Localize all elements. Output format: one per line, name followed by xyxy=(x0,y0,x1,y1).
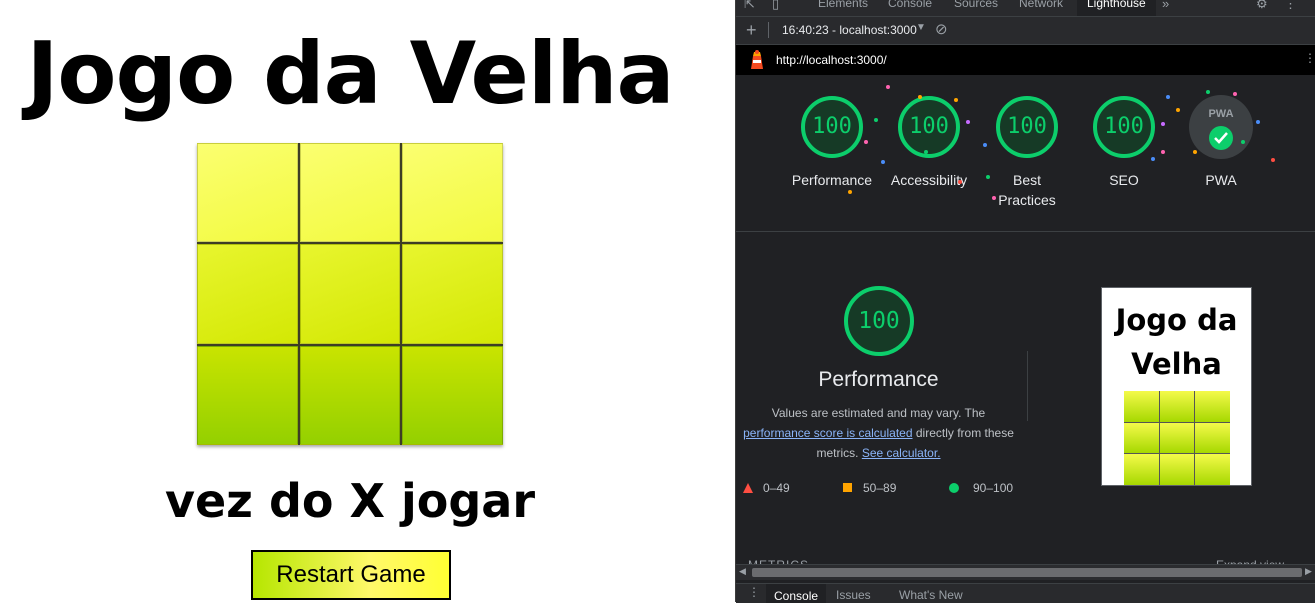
average-square-icon xyxy=(843,483,852,492)
thumbnail-title: Jogo da Velha xyxy=(1115,303,1238,381)
board-cell[interactable] xyxy=(402,143,503,243)
lighthouse-logo-icon xyxy=(751,50,763,69)
more-options-icon[interactable]: ⋮ xyxy=(1284,0,1297,12)
scroll-right-icon[interactable]: ▶ xyxy=(1305,566,1312,577)
horizontal-scrollbar[interactable]: ◀ ▶ xyxy=(736,564,1315,580)
board-cell[interactable] xyxy=(197,244,298,344)
pwa-badge-icon: PWA xyxy=(1189,95,1253,159)
gauge-label-performance: Performance xyxy=(791,172,873,188)
toolbar-separator xyxy=(768,22,769,38)
drawer-tab-console[interactable]: Console xyxy=(766,584,827,603)
drawer-tab-whats-new[interactable]: What's New xyxy=(899,588,963,602)
drawer-menu-icon[interactable]: ⋮ xyxy=(748,585,760,599)
legend-range: 90–100 xyxy=(973,481,1014,495)
restart-button[interactable]: Restart Game xyxy=(251,550,451,600)
tab-sources[interactable]: Sources xyxy=(954,0,998,10)
performance-description: Values are estimated and may vary. The p… xyxy=(736,403,1021,463)
lighthouse-toolbar: + 16:40:23 - localhost:3000 ▼ ⊘ xyxy=(736,17,1315,45)
performance-title: Performance xyxy=(818,368,939,391)
turn-status: vez do X jogar xyxy=(164,474,536,528)
gauge-label-best-practices: Best Practices xyxy=(998,172,1056,208)
desc-text: Values are estimated and may vary. The xyxy=(771,406,986,420)
drawer-tab-issues[interactable]: Issues xyxy=(836,588,871,602)
gauge-pwa[interactable]: PWA xyxy=(1189,95,1253,159)
scrollbar-thumb[interactable] xyxy=(752,568,1302,577)
gauge-score: 100 xyxy=(812,114,852,139)
tab-lighthouse[interactable]: Lighthouse xyxy=(1077,0,1156,16)
gauge-score: 100 xyxy=(1007,114,1047,139)
gauge-performance[interactable]: 100 xyxy=(800,95,864,159)
game-page: Jogo da Velha vez do X jogar Restart Gam… xyxy=(0,0,735,602)
gauge-score: 100 xyxy=(858,308,900,334)
fail-triangle-icon xyxy=(743,483,753,493)
gauge-label-seo: SEO xyxy=(1109,172,1139,188)
thumbnail-board xyxy=(1124,391,1230,485)
legend-range: 50–89 xyxy=(863,481,897,495)
board-cell[interactable] xyxy=(197,143,298,243)
board-cell[interactable] xyxy=(299,345,401,445)
devtools-tabbar: ⇱ ▯ Elements Console Sources Network Lig… xyxy=(736,0,1315,17)
scroll-left-icon[interactable]: ◀ xyxy=(739,566,746,577)
gauge-label-accessibility: Accessibility xyxy=(890,172,968,188)
legend-range: 0–49 xyxy=(763,481,790,495)
tic-tac-toe-board xyxy=(197,143,503,445)
board-cell[interactable] xyxy=(299,143,401,243)
device-toolbar-icon[interactable]: ▯ xyxy=(772,0,779,12)
vertical-divider xyxy=(1027,351,1028,421)
drawer-tabbar: ⋮ Console Issues What's New xyxy=(736,583,1315,603)
gauge-accessibility[interactable]: 100 xyxy=(897,95,961,159)
board-cell[interactable] xyxy=(299,244,401,344)
gauge-score: 100 xyxy=(909,114,949,139)
board-cell[interactable] xyxy=(402,345,503,445)
more-tabs-icon[interactable]: » xyxy=(1162,0,1169,11)
report-url[interactable]: http://localhost:3000/ xyxy=(776,53,887,67)
pwa-badge-text: PWA xyxy=(1208,108,1233,120)
tab-console[interactable]: Console xyxy=(888,0,932,10)
legend-average: 50–89 xyxy=(843,481,896,495)
gauge-label-pwa: PWA xyxy=(1205,172,1237,188)
clear-reports-icon[interactable]: ⊘ xyxy=(935,20,948,38)
final-screenshot-thumbnail[interactable]: Jogo da Velha xyxy=(1101,287,1252,486)
performance-gauge-large: 100 xyxy=(843,285,915,357)
inspect-element-icon[interactable]: ⇱ xyxy=(744,0,755,12)
legend-pass: 90–100 xyxy=(949,481,1013,495)
gauge-seo[interactable]: 100 xyxy=(1092,95,1156,159)
legend-fail: 0–49 xyxy=(743,481,790,495)
tab-network[interactable]: Network xyxy=(1019,0,1063,10)
section-divider xyxy=(736,231,1315,232)
tab-elements[interactable]: Elements xyxy=(818,0,868,10)
report-url-bar: http://localhost:3000/ ⋮ xyxy=(736,45,1315,75)
devtools-panel: ⇱ ▯ Elements Console Sources Network Lig… xyxy=(735,0,1315,603)
gauge-score: 100 xyxy=(1104,114,1144,139)
board-cell[interactable] xyxy=(402,244,503,344)
see-calculator-link[interactable]: See calculator. xyxy=(862,446,941,460)
gauge-best-practices[interactable]: 100 xyxy=(995,95,1059,159)
score-calculated-link[interactable]: performance score is calculated xyxy=(743,426,912,440)
chevron-down-icon[interactable]: ▼ xyxy=(916,22,926,33)
board-cell[interactable] xyxy=(197,345,298,445)
pass-circle-icon xyxy=(949,483,959,493)
page-title: Jogo da Velha xyxy=(26,24,674,124)
settings-icon[interactable]: ⚙ xyxy=(1256,0,1268,12)
desc-text: metrics. xyxy=(816,446,859,460)
report-menu-icon[interactable]: ⋮ xyxy=(1304,51,1315,65)
new-report-icon[interactable]: + xyxy=(746,19,757,41)
desc-text: directly from these xyxy=(915,426,1014,440)
report-selector[interactable]: 16:40:23 - localhost:3000 xyxy=(782,23,917,37)
